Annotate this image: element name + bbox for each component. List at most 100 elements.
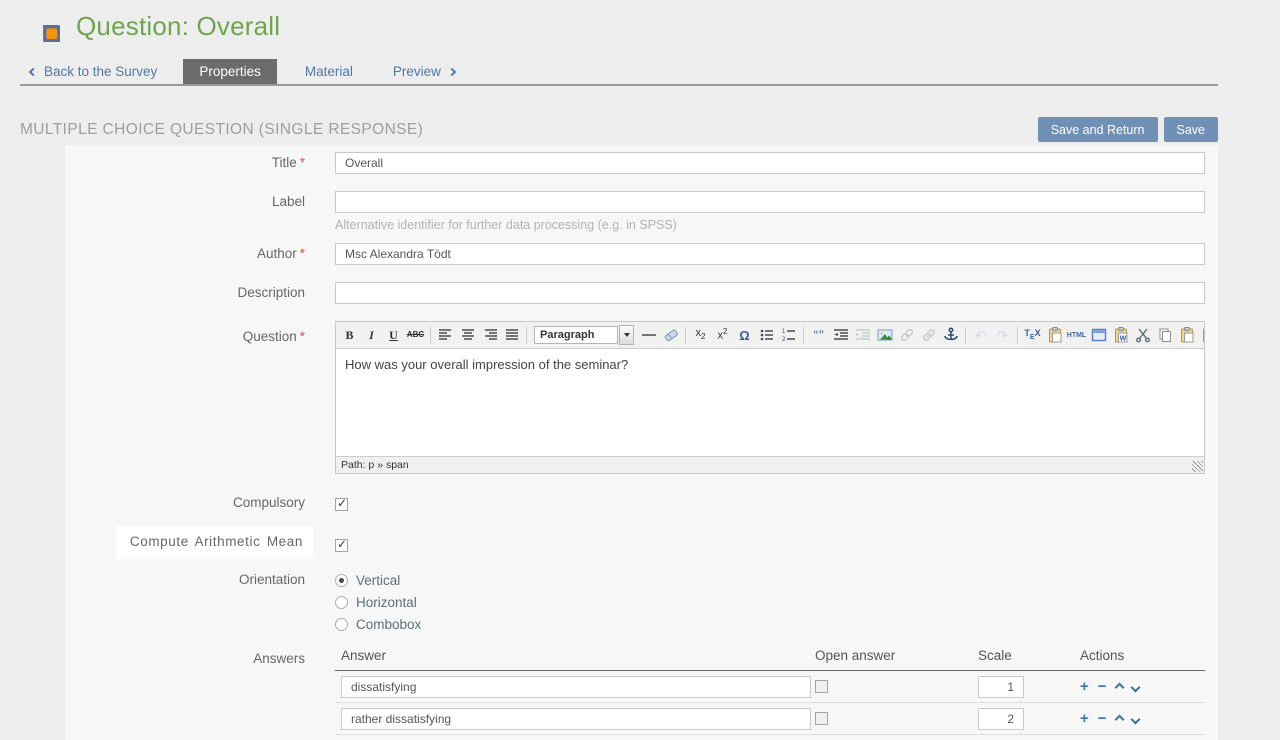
numbered-list-icon[interactable]: 12 xyxy=(778,326,799,345)
section-header: MULTIPLE CHOICE QUESTION (SINGLE RESPONS… xyxy=(20,117,1218,142)
compute-mean-checkbox[interactable] xyxy=(335,539,348,552)
answer-text-input[interactable] xyxy=(341,708,811,730)
back-link-label: Back to the Survey xyxy=(44,64,157,79)
horizontal-radio[interactable] xyxy=(335,596,348,609)
move-up-icon[interactable] xyxy=(1114,714,1124,724)
move-down-icon[interactable] xyxy=(1130,682,1140,692)
description-label: Description xyxy=(65,282,335,304)
anchor-icon[interactable] xyxy=(940,326,961,345)
title-input[interactable] xyxy=(335,152,1205,174)
paragraph-dropdown-caret-icon[interactable] xyxy=(619,325,634,345)
question-form-panel: Title* Label Alternative identifier for … xyxy=(65,145,1218,740)
move-down-icon[interactable] xyxy=(1130,714,1140,724)
strikethrough-icon[interactable]: ABC xyxy=(405,326,426,345)
preview-link-label: Preview xyxy=(393,64,441,79)
unlink-icon[interactable] xyxy=(918,326,939,345)
compulsory-checkbox[interactable] xyxy=(335,498,348,511)
orientation-option-combobox: Combobox xyxy=(335,613,1205,635)
subscript-icon[interactable]: x2 xyxy=(690,326,711,345)
align-justify-icon[interactable] xyxy=(501,326,522,345)
link-icon[interactable] xyxy=(896,326,917,345)
paragraph-format-select[interactable]: Paragraph xyxy=(534,325,634,345)
special-characters-icon[interactable]: Ω xyxy=(734,326,755,345)
svg-text:W: W xyxy=(1119,336,1126,343)
align-right-icon[interactable] xyxy=(479,326,500,345)
tab-properties[interactable]: Properties xyxy=(183,59,277,84)
answers-table-header: Answer Open answer Scale Actions xyxy=(335,648,1205,671)
answer-text-input[interactable] xyxy=(341,676,811,698)
compute-mean-label: Compute Arithmetic Mean xyxy=(65,526,335,559)
author-input[interactable] xyxy=(335,243,1205,265)
vertical-radio-label: Vertical xyxy=(356,573,400,588)
cut-icon[interactable] xyxy=(1132,326,1153,345)
answers-label: Answers xyxy=(65,648,335,735)
column-header-answer: Answer xyxy=(335,648,815,663)
tab-preview[interactable]: Preview xyxy=(393,59,455,84)
paste-icon[interactable] xyxy=(1176,326,1197,345)
remove-answer-icon[interactable]: − xyxy=(1098,679,1107,694)
save-and-return-button[interactable]: Save and Return xyxy=(1038,117,1158,142)
superscript-icon[interactable]: x2 xyxy=(712,326,733,345)
column-header-actions: Actions xyxy=(1080,648,1205,663)
html-source-icon[interactable]: HTML xyxy=(1066,326,1087,345)
editor-path-bar: Path: p » span xyxy=(336,456,1204,473)
hr-icon[interactable] xyxy=(638,326,659,345)
label-hint: Alternative identifier for further data … xyxy=(335,218,1205,232)
bullet-list-icon[interactable] xyxy=(756,326,777,345)
copy-icon[interactable] xyxy=(1154,326,1175,345)
align-left-icon[interactable] xyxy=(435,326,456,345)
author-row: Author* xyxy=(65,243,1218,265)
save-button-group: Save and Return Save xyxy=(1038,117,1218,142)
compulsory-label: Compulsory xyxy=(65,492,335,514)
save-button[interactable]: Save xyxy=(1164,117,1219,142)
redo-icon[interactable]: ↷ xyxy=(992,326,1013,345)
tex-icon[interactable]: TEX xyxy=(1022,326,1043,345)
remove-answer-icon[interactable]: − xyxy=(1098,711,1107,726)
svg-text:2: 2 xyxy=(782,337,786,343)
orientation-option-horizontal: Horizontal xyxy=(335,591,1205,613)
compute-mean-row: Compute Arithmetic Mean xyxy=(65,526,1218,559)
back-to-survey-link[interactable]: Back to the Survey xyxy=(30,59,157,84)
bold-icon[interactable]: B xyxy=(339,326,360,345)
move-up-icon[interactable] xyxy=(1114,682,1124,692)
underline-icon[interactable]: U xyxy=(383,326,404,345)
required-asterisk: * xyxy=(300,155,305,170)
paste-as-text-icon[interactable]: T xyxy=(1198,326,1204,345)
remove-format-icon[interactable] xyxy=(660,326,681,345)
paste-from-word-icon[interactable]: W xyxy=(1110,326,1131,345)
editor-path-text: Path: p » span xyxy=(341,459,409,471)
outdent-icon[interactable] xyxy=(830,326,851,345)
scale-input[interactable] xyxy=(978,708,1024,730)
scale-input[interactable] xyxy=(978,676,1024,698)
add-answer-icon[interactable]: + xyxy=(1080,679,1089,694)
answers-table-body: + − + − xyxy=(335,671,1205,735)
chevron-right-icon xyxy=(448,67,456,75)
open-answer-checkbox[interactable] xyxy=(815,680,828,693)
code-clipboard-icon[interactable] xyxy=(1044,326,1065,345)
toolbar-separator xyxy=(685,327,686,344)
tab-material[interactable]: Material xyxy=(289,59,369,84)
page-title: Question: Overall xyxy=(76,11,280,42)
vertical-radio[interactable] xyxy=(335,574,348,587)
editor-resize-grip-icon[interactable] xyxy=(1192,461,1203,472)
align-center-icon[interactable] xyxy=(457,326,478,345)
title-label: Title* xyxy=(65,152,335,174)
rich-text-editor: BIUABCParagraphx2x2Ω12“”↶↷TEXHTMLWT How … xyxy=(335,321,1205,474)
toolbar-separator xyxy=(1017,327,1018,344)
orientation-option-vertical: Vertical xyxy=(335,569,1205,591)
blockquote-icon[interactable]: “” xyxy=(808,326,829,345)
open-answer-checkbox[interactable] xyxy=(815,712,828,725)
required-asterisk: * xyxy=(300,246,305,261)
insert-image-icon[interactable] xyxy=(874,326,895,345)
fullscreen-icon[interactable] xyxy=(1088,326,1109,345)
italic-icon[interactable]: I xyxy=(361,326,382,345)
page: Question: Overall Back to the Survey Pro… xyxy=(0,0,1280,740)
add-answer-icon[interactable]: + xyxy=(1080,711,1089,726)
question-editor-content[interactable]: How was your overall impression of the s… xyxy=(336,349,1204,456)
column-header-scale: Scale xyxy=(978,648,1080,663)
label-input[interactable] xyxy=(335,191,1205,213)
description-input[interactable] xyxy=(335,282,1205,304)
combobox-radio[interactable] xyxy=(335,618,348,631)
undo-icon[interactable]: ↶ xyxy=(970,326,991,345)
indent-icon[interactable] xyxy=(852,326,873,345)
